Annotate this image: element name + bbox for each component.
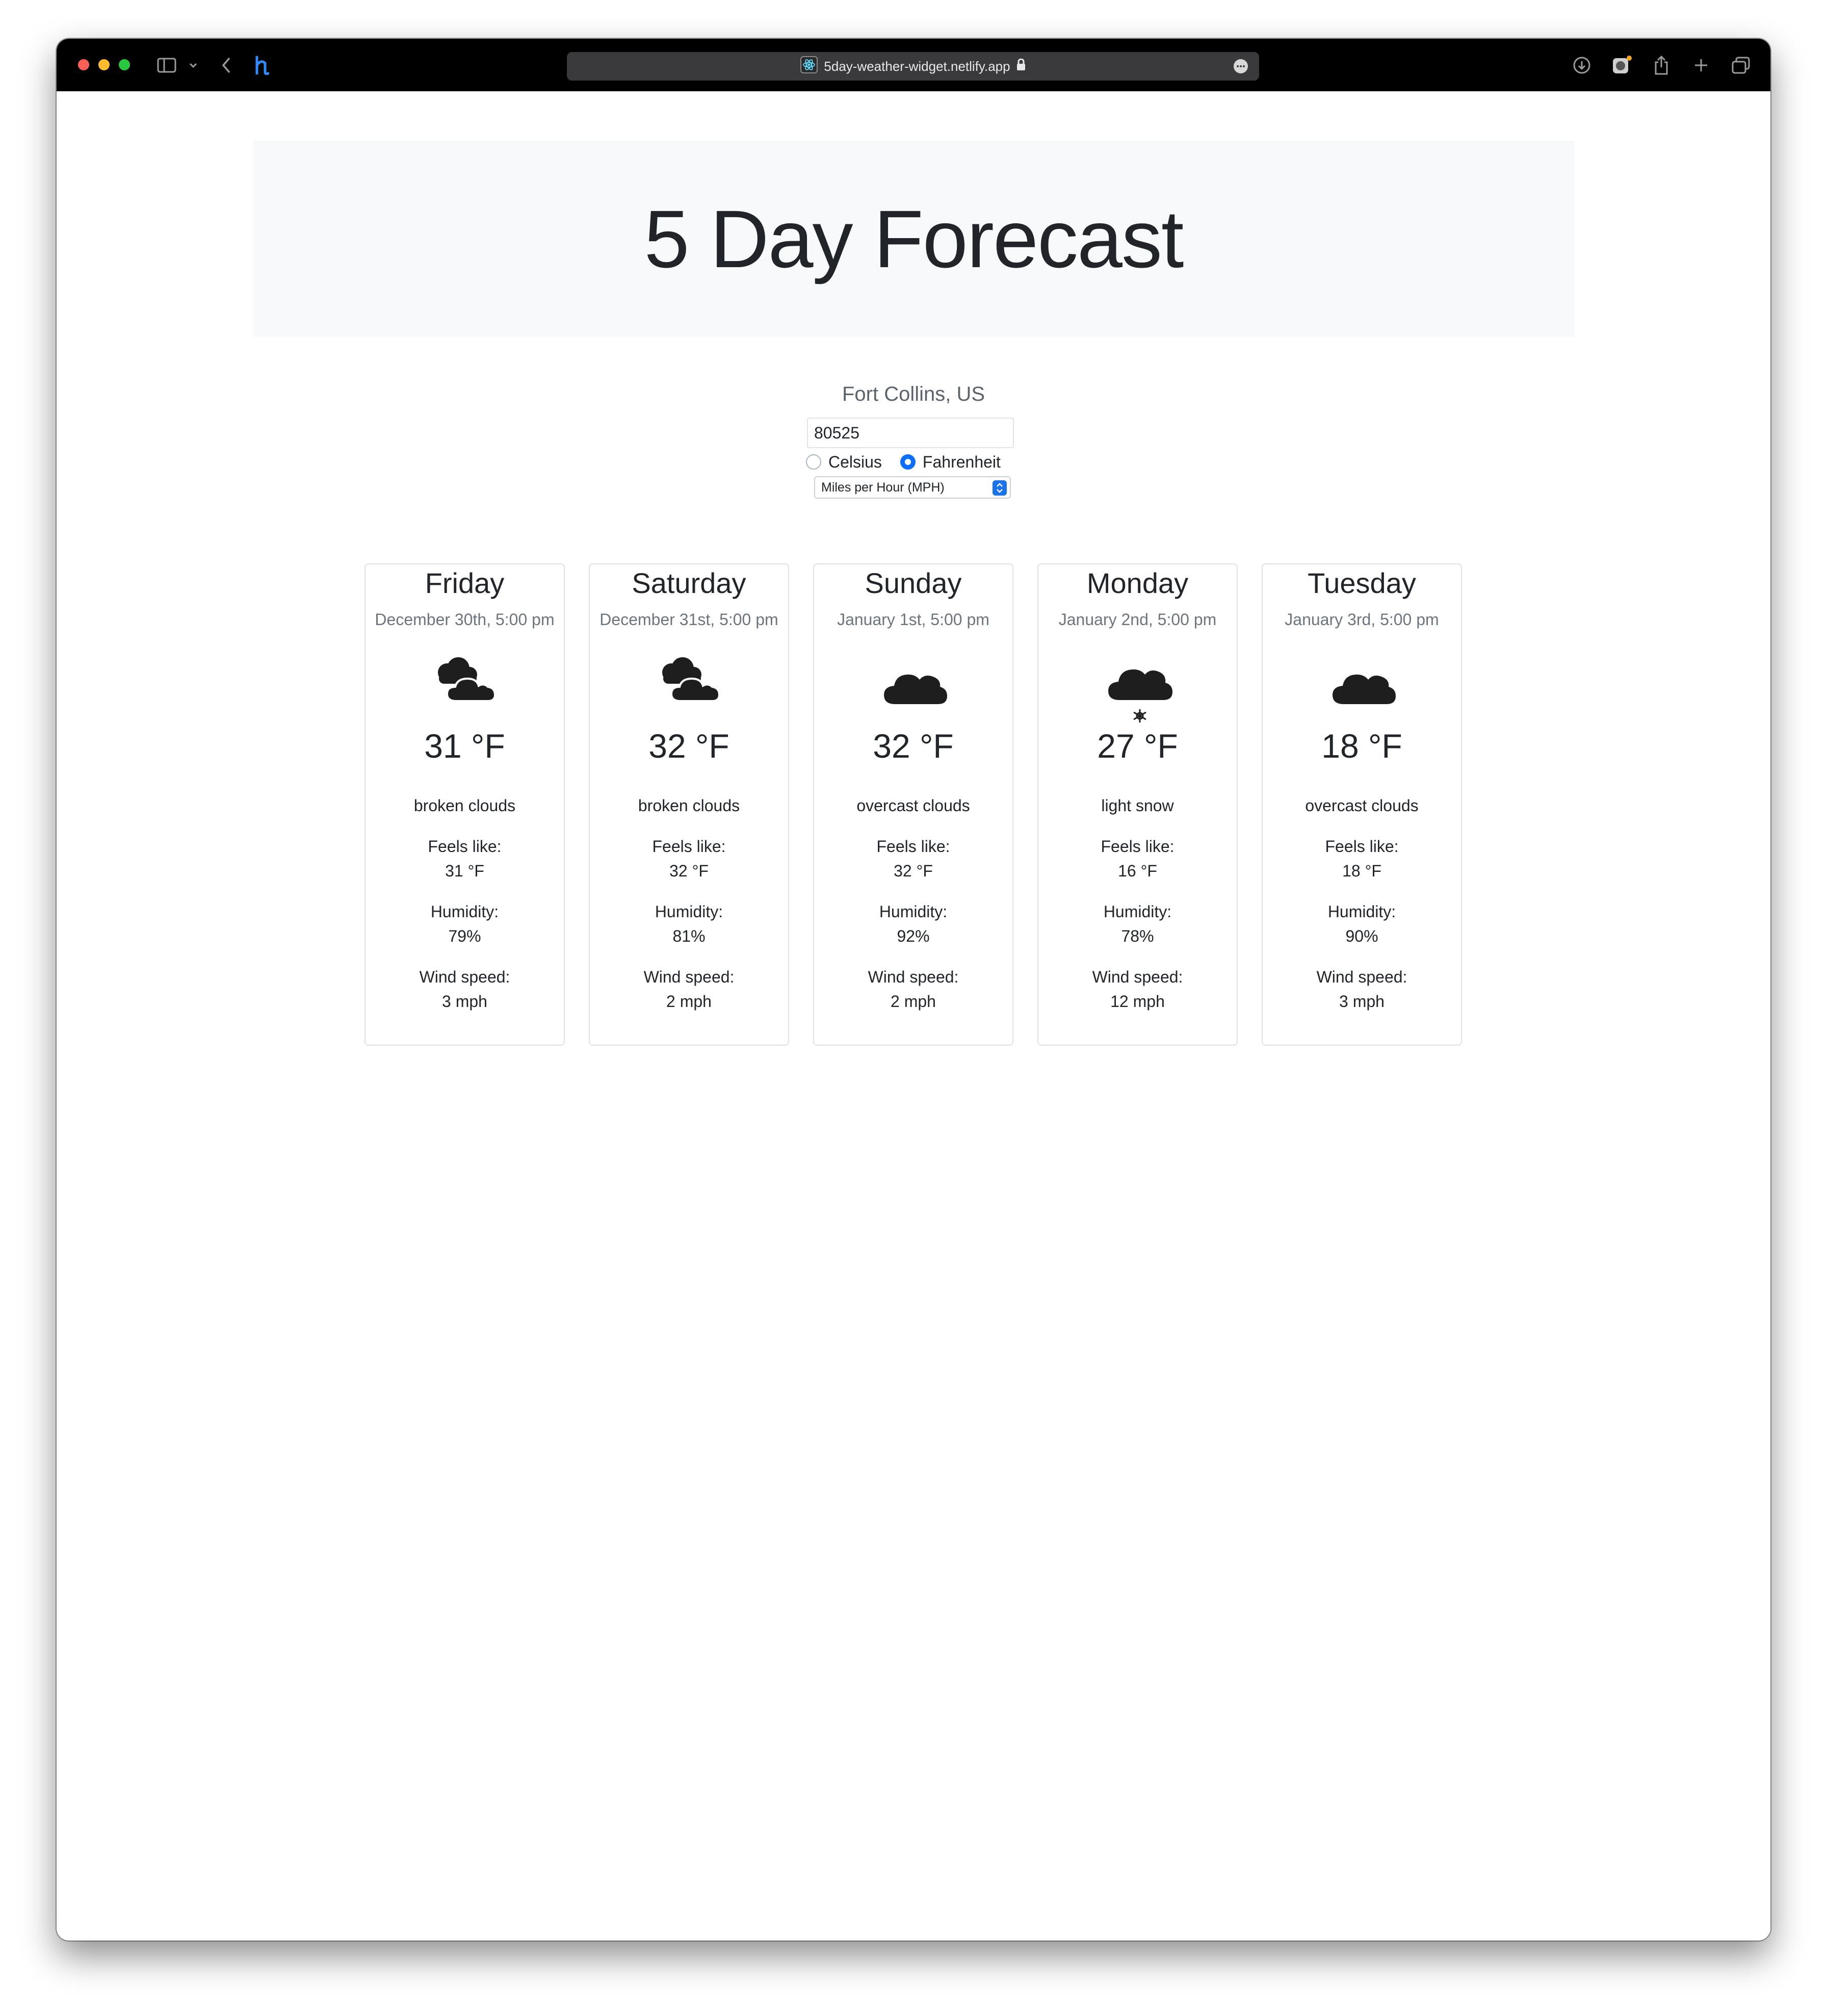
wind-unit-select[interactable]: Miles per Hour (MPH) (814, 476, 1011, 499)
tab-overview-icon[interactable] (1731, 54, 1751, 76)
forecast-card: Friday December 30th, 5:00 pm 31 °F brok… (364, 563, 565, 1046)
sidebar-toggle-icon[interactable] (156, 54, 177, 76)
humidity-label: Humidity: (430, 902, 499, 921)
wind-speed-label: Wind speed: (643, 968, 735, 986)
wind-speed-value: 2 mph (666, 992, 712, 1011)
forecast-card: Monday January 2nd, 5:00 pm 27 °F light … (1037, 563, 1238, 1046)
page-content: 5 Day Forecast Fort Collins, US Celsius … (57, 91, 1770, 1941)
feels-like-value: 18 °F (1342, 862, 1381, 880)
back-icon[interactable] (219, 54, 234, 76)
downloads-icon[interactable] (1572, 54, 1592, 76)
humidity-value: 78% (1121, 927, 1154, 945)
card-temperature: 27 °F (1097, 727, 1178, 765)
humidity-value: 90% (1345, 927, 1378, 945)
card-temperature: 31 °F (424, 727, 505, 765)
privacy-report-icon[interactable] (1611, 54, 1632, 76)
wind-speed-value: 12 mph (1110, 992, 1165, 1011)
humidity-label: Humidity: (1327, 902, 1396, 921)
minimize-window-button[interactable] (98, 59, 110, 70)
celsius-label[interactable]: Celsius (828, 453, 882, 472)
card-description: light snow (1101, 796, 1174, 815)
feels-like-label: Feels like: (1325, 837, 1399, 856)
new-tab-icon[interactable] (1691, 54, 1711, 76)
humidity-value: 81% (672, 927, 706, 945)
card-day: Sunday (865, 567, 962, 599)
light-snow-icon (1038, 651, 1237, 722)
feels-like-label: Feels like: (428, 837, 502, 856)
humidity-value: 92% (897, 927, 930, 945)
toolbar-right-icons (1572, 54, 1751, 76)
page-title: 5 Day Forecast (644, 193, 1184, 285)
overcast-clouds-icon (1263, 651, 1461, 717)
feels-like-label: Feels like: (652, 837, 726, 856)
wind-speed-label: Wind speed: (1316, 968, 1407, 986)
card-description: overcast clouds (1305, 796, 1419, 815)
humidity-label: Humidity: (1103, 902, 1172, 921)
humidity-label: Humidity: (879, 902, 948, 921)
humidity-value: 79% (448, 927, 481, 945)
fahrenheit-radio[interactable] (900, 454, 916, 470)
card-date: December 30th, 5:00 pm (375, 610, 555, 629)
forecast-card: Saturday December 31st, 5:00 pm 32 °F br… (589, 563, 789, 1046)
forecast-card: Sunday January 1st, 5:00 pm 32 °F overca… (813, 563, 1013, 1046)
overcast-clouds-icon (814, 651, 1012, 717)
card-date: January 2nd, 5:00 pm (1058, 610, 1217, 629)
wind-speed-label: Wind speed: (419, 968, 510, 986)
broken-clouds-icon (366, 651, 564, 717)
browser-toolbar: 5day-weather-widget.netlify.app (57, 39, 1770, 91)
broken-clouds-icon (590, 651, 788, 717)
card-day: Monday (1086, 567, 1189, 599)
address-bar[interactable]: 5day-weather-widget.netlify.app (567, 52, 1259, 81)
wind-speed-label: Wind speed: (868, 968, 959, 986)
card-date: December 31st, 5:00 pm (599, 610, 778, 629)
humidity-label: Humidity: (655, 902, 723, 921)
wind-speed-value: 3 mph (1339, 992, 1385, 1011)
fahrenheit-label[interactable]: Fahrenheit (923, 453, 1001, 472)
chevron-down-icon[interactable] (187, 54, 199, 76)
location-label: Fort Collins, US (842, 383, 985, 405)
url-text: 5day-weather-widget.netlify.app (824, 58, 1010, 74)
card-temperature: 18 °F (1321, 727, 1402, 765)
feels-like-value: 32 °F (894, 862, 933, 880)
wind-unit-selected-value: Miles per Hour (MPH) (821, 480, 945, 495)
card-date: January 3rd, 5:00 pm (1285, 610, 1439, 629)
header-jumbotron: 5 Day Forecast (253, 141, 1574, 337)
extension-icon[interactable] (251, 54, 272, 76)
wind-speed-value: 2 mph (891, 992, 936, 1011)
more-options-icon[interactable] (1234, 59, 1248, 73)
card-day: Tuesday (1308, 567, 1416, 599)
wind-speed-label: Wind speed: (1092, 968, 1183, 986)
zip-code-input[interactable] (807, 418, 1014, 448)
celsius-radio[interactable] (806, 454, 821, 470)
site-favicon-icon (800, 56, 818, 77)
card-description: overcast clouds (856, 796, 970, 815)
close-window-button[interactable] (78, 59, 89, 70)
card-temperature: 32 °F (648, 727, 729, 765)
card-day: Friday (425, 567, 505, 599)
feels-like-value: 16 °F (1118, 862, 1157, 880)
zoom-window-button[interactable] (119, 59, 130, 70)
feels-like-label: Feels like: (876, 837, 950, 856)
temperature-unit-radio-group: Celsius Fahrenheit (806, 448, 1030, 476)
feels-like-value: 31 °F (445, 862, 484, 880)
browser-window: 5day-weather-widget.netlify.app 5 Day Fo… (57, 39, 1770, 1941)
card-description: broken clouds (413, 796, 516, 815)
card-temperature: 32 °F (873, 727, 954, 765)
feels-like-label: Feels like: (1101, 837, 1174, 856)
select-arrows-icon (993, 480, 1007, 496)
card-date: January 1st, 5:00 pm (837, 610, 989, 629)
lock-icon (1016, 58, 1026, 74)
forecast-card: Tuesday January 3rd, 5:00 pm 18 °F overc… (1262, 563, 1462, 1046)
feels-like-value: 32 °F (669, 862, 709, 880)
window-controls (78, 59, 130, 70)
card-description: broken clouds (638, 796, 740, 815)
wind-speed-value: 3 mph (442, 992, 487, 1011)
share-icon[interactable] (1651, 54, 1672, 76)
card-day: Saturday (632, 567, 746, 599)
